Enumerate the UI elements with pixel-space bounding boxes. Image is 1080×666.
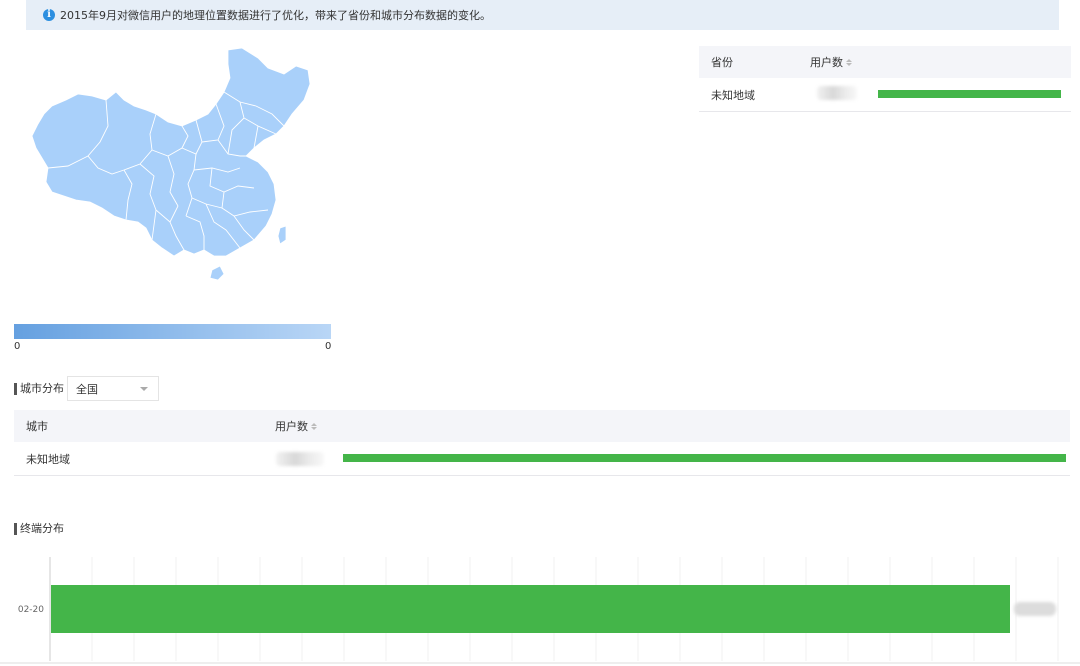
legend-max-label: 0 [325, 341, 332, 352]
table-row: 未知地域 [14, 442, 1070, 476]
city-table: 城市 用户数 未知地域 [14, 410, 1070, 476]
city-table-header: 城市 用户数 [14, 410, 1070, 442]
province-name: 未知地域 [711, 88, 755, 102]
china-map[interactable] [28, 44, 320, 284]
map-legend-gradient [14, 324, 331, 339]
users-column-header[interactable]: 用户数 [810, 54, 852, 70]
taiwan-island[interactable] [277, 225, 287, 245]
user-share-bar [343, 454, 1066, 462]
info-notice-bar: i 2015年9月对微信用户的地理位置数据进行了优化，带来了省份和城市分布数据的… [26, 0, 1059, 30]
region-select[interactable]: 全国 [67, 376, 159, 401]
table-row: 未知地域 [699, 78, 1071, 112]
blurred-value-label [1014, 602, 1056, 616]
city-section-title: 城市分布 [14, 383, 64, 395]
terminal-section-title: 终端分布 [14, 523, 64, 535]
province-table-header: 省份 用户数 [699, 46, 1071, 78]
user-share-bar [878, 90, 1061, 98]
sort-icon[interactable] [311, 422, 317, 430]
city-users-column-header[interactable]: 用户数 [275, 418, 317, 434]
legend-min-label: 0 [14, 341, 21, 352]
blurred-user-count [817, 86, 857, 100]
city-column-header: 城市 [26, 420, 48, 433]
chevron-down-icon [140, 387, 148, 391]
city-name: 未知地域 [26, 452, 70, 466]
y-tick-label: 02-20 [18, 605, 44, 615]
province-table: 省份 用户数 未知地域 [699, 46, 1071, 112]
terminal-bar-chart: 02-20 [0, 557, 1080, 664]
province-column-header: 省份 [711, 56, 733, 69]
hainan-island[interactable] [209, 265, 225, 281]
blurred-user-count [276, 452, 324, 466]
info-icon: i [43, 9, 55, 21]
city-users-column-label: 用户数 [275, 420, 308, 433]
notice-text: 2015年9月对微信用户的地理位置数据进行了优化，带来了省份和城市分布数据的变化… [60, 9, 491, 22]
users-column-label: 用户数 [810, 56, 843, 69]
region-select-value: 全国 [76, 382, 98, 396]
terminal-bar[interactable] [51, 585, 1010, 633]
sort-icon[interactable] [846, 58, 852, 66]
